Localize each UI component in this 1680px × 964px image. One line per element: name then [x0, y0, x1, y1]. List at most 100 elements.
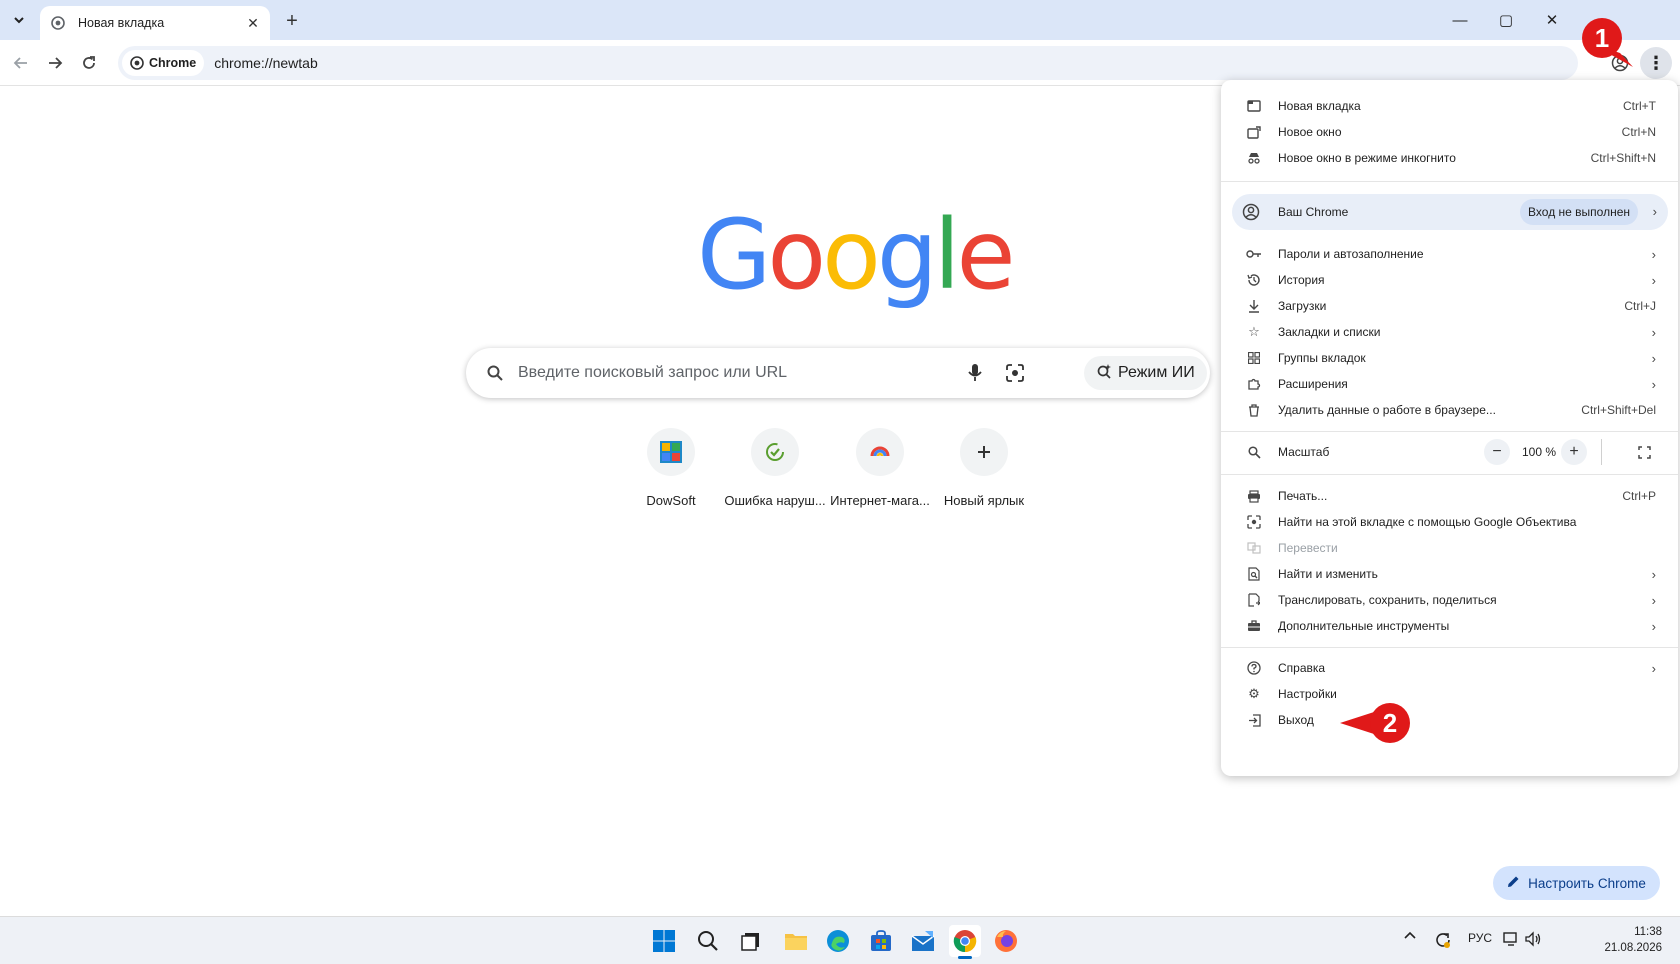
chevron-right-icon: › — [1651, 350, 1656, 366]
menu-item-print[interactable]: Печать... Ctrl+P — [1221, 482, 1678, 510]
minimize-icon[interactable]: — — [1448, 8, 1472, 32]
shortcut-label: DowSoft — [646, 493, 696, 508]
add-shortcut-tile[interactable]: Новый ярлык — [928, 428, 1040, 508]
address-bar[interactable]: Chrome chrome://newtab — [118, 46, 1578, 80]
chevron-right-icon: › — [1651, 272, 1656, 288]
tab-new-tab[interactable]: Новая вкладка ✕ — [40, 6, 270, 40]
menu-item-cast-save-share[interactable]: Транслировать, сохранить, поделиться › — [1221, 586, 1678, 614]
download-icon — [1245, 297, 1263, 315]
menu-item-bookmarks[interactable]: ☆ Закладки и списки › — [1221, 318, 1678, 346]
close-tab-icon[interactable]: ✕ — [244, 14, 262, 32]
menu-item-clear-data[interactable]: Удалить данные о работе в браузере... Ct… — [1221, 396, 1678, 424]
keyboard-language[interactable]: РУС — [1464, 931, 1496, 945]
chrome-menu-button[interactable]: ⋮ — [1640, 47, 1672, 79]
edge-browser-icon[interactable] — [822, 925, 854, 957]
search-input[interactable] — [518, 364, 978, 382]
menu-item-downloads[interactable]: Загрузки Ctrl+J — [1221, 292, 1678, 320]
mail-app-icon[interactable] — [907, 925, 939, 957]
zoom-divider — [1601, 439, 1602, 465]
sync-icon[interactable] — [1433, 931, 1453, 949]
mic-icon[interactable] — [963, 361, 987, 385]
more-vert-icon: ⋮ — [1647, 52, 1665, 73]
chip-label: Chrome — [149, 56, 197, 70]
chrome-taskbar-icon[interactable] — [949, 925, 981, 959]
customize-chrome-button[interactable]: Настроить Chrome — [1493, 866, 1660, 900]
fullscreen-icon — [1637, 445, 1651, 459]
menu-item-google-lens[interactable]: Найти на этой вкладке с помощью Google О… — [1221, 508, 1678, 536]
tab-title: Новая вкладка — [78, 16, 165, 30]
help-icon — [1245, 659, 1263, 677]
file-explorer-icon[interactable] — [780, 925, 812, 957]
shortcut-tile[interactable]: Ошибка наруш... — [719, 428, 831, 508]
printer-icon — [1245, 487, 1263, 505]
firefox-icon[interactable] — [990, 925, 1022, 957]
shortcut-label: Новый ярлык — [943, 493, 1025, 508]
zoom-in-button[interactable]: + — [1561, 439, 1587, 465]
shortcut-icon-circle — [751, 428, 799, 476]
taskbar: РУС 11:38 21.08.2026 — [0, 916, 1680, 964]
new-tab-button[interactable]: + — [280, 9, 304, 33]
zoom-icon — [1245, 443, 1263, 461]
camera-lens-icon[interactable] — [1003, 361, 1027, 385]
signin-status-chip: Вход не выполнен — [1520, 199, 1638, 225]
search-box[interactable]: Режим ИИ — [466, 348, 1210, 398]
sparkle-search-icon — [1096, 363, 1112, 384]
taskbar-search-icon[interactable] — [692, 925, 724, 957]
chrome-logo-icon — [130, 56, 144, 70]
chrome-menu: Новая вкладка Ctrl+T Новое окно Ctrl+N Н… — [1221, 80, 1678, 776]
menu-item-history[interactable]: История › — [1221, 266, 1678, 294]
exit-icon — [1245, 711, 1263, 729]
menu-item-your-chrome[interactable]: Ваш Chrome Вход не выполнен › — [1232, 194, 1668, 230]
clock-date: 21.08.2026 — [1604, 942, 1662, 954]
ai-mode-button[interactable]: Режим ИИ — [1084, 356, 1207, 390]
shortcut-tile[interactable]: Интернет-мага... — [824, 428, 936, 508]
site-info-chip[interactable]: Chrome — [122, 50, 205, 76]
menu-item-new-window[interactable]: Новое окно Ctrl+N — [1221, 118, 1678, 146]
network-icon[interactable] — [1502, 931, 1520, 947]
taskbar-clock[interactable]: 11:38 21.08.2026 — [1596, 924, 1662, 956]
menu-item-new-tab[interactable]: Новая вкладка Ctrl+T — [1221, 92, 1678, 120]
store-icon[interactable] — [865, 925, 897, 957]
gear-icon: ⚙ — [1248, 686, 1260, 701]
menu-item-incognito[interactable]: Новое окно в режиме инкогнито Ctrl+Shift… — [1221, 144, 1678, 172]
reload-icon — [83, 56, 95, 69]
volume-icon[interactable] — [1524, 931, 1542, 947]
url-text[interactable]: chrome://newtab — [214, 55, 318, 71]
menu-item-settings[interactable]: ⚙ Настройки — [1221, 680, 1678, 708]
menu-item-exit[interactable]: Выход — [1221, 706, 1678, 734]
menu-item-extensions[interactable]: Расширения › — [1221, 370, 1678, 398]
new-tab-icon — [1245, 97, 1263, 115]
back-button[interactable] — [8, 50, 34, 76]
title-bar: Новая вкладка ✕ + — ▢ ✕ — [0, 0, 1680, 40]
tray-chevron-up-icon[interactable] — [1403, 931, 1417, 939]
menu-item-passwords[interactable]: Пароли и автозаполнение › — [1221, 240, 1678, 268]
menu-item-tab-groups[interactable]: Группы вкладок › — [1221, 344, 1678, 372]
star-icon: ☆ — [1248, 324, 1260, 339]
reload-button[interactable] — [76, 50, 102, 76]
dowsoft-icon — [660, 441, 682, 463]
key-icon — [1245, 245, 1263, 263]
tab-search-button[interactable] — [6, 7, 32, 33]
zoom-level: 100 % — [1522, 445, 1557, 459]
puzzle-icon — [1245, 375, 1263, 393]
chevron-right-icon: › — [1651, 660, 1656, 676]
lens-icon — [1245, 513, 1263, 531]
maximize-icon[interactable]: ▢ — [1494, 8, 1518, 32]
menu-item-find-edit[interactable]: Найти и изменить › — [1221, 560, 1678, 588]
windows-start-icon[interactable] — [648, 925, 680, 957]
chevron-down-icon — [14, 17, 24, 24]
customize-label: Настроить Chrome — [1528, 875, 1646, 891]
chevron-right-icon: › — [1651, 592, 1656, 608]
chevron-right-icon: › — [1651, 376, 1656, 392]
chevron-right-icon: › — [1652, 204, 1657, 219]
zoom-out-button[interactable]: − — [1484, 439, 1510, 465]
google-logo: Google — [697, 199, 1016, 311]
fullscreen-button[interactable] — [1632, 440, 1656, 464]
task-view-icon[interactable] — [736, 925, 768, 957]
forward-button[interactable] — [42, 50, 68, 76]
shortcut-tile[interactable]: DowSoft — [615, 428, 727, 508]
rainbow-icon — [870, 446, 890, 457]
shortcut-icon-circle — [856, 428, 904, 476]
menu-item-help[interactable]: Справка › — [1221, 654, 1678, 682]
menu-item-more-tools[interactable]: Дополнительные инструменты › — [1221, 612, 1678, 640]
